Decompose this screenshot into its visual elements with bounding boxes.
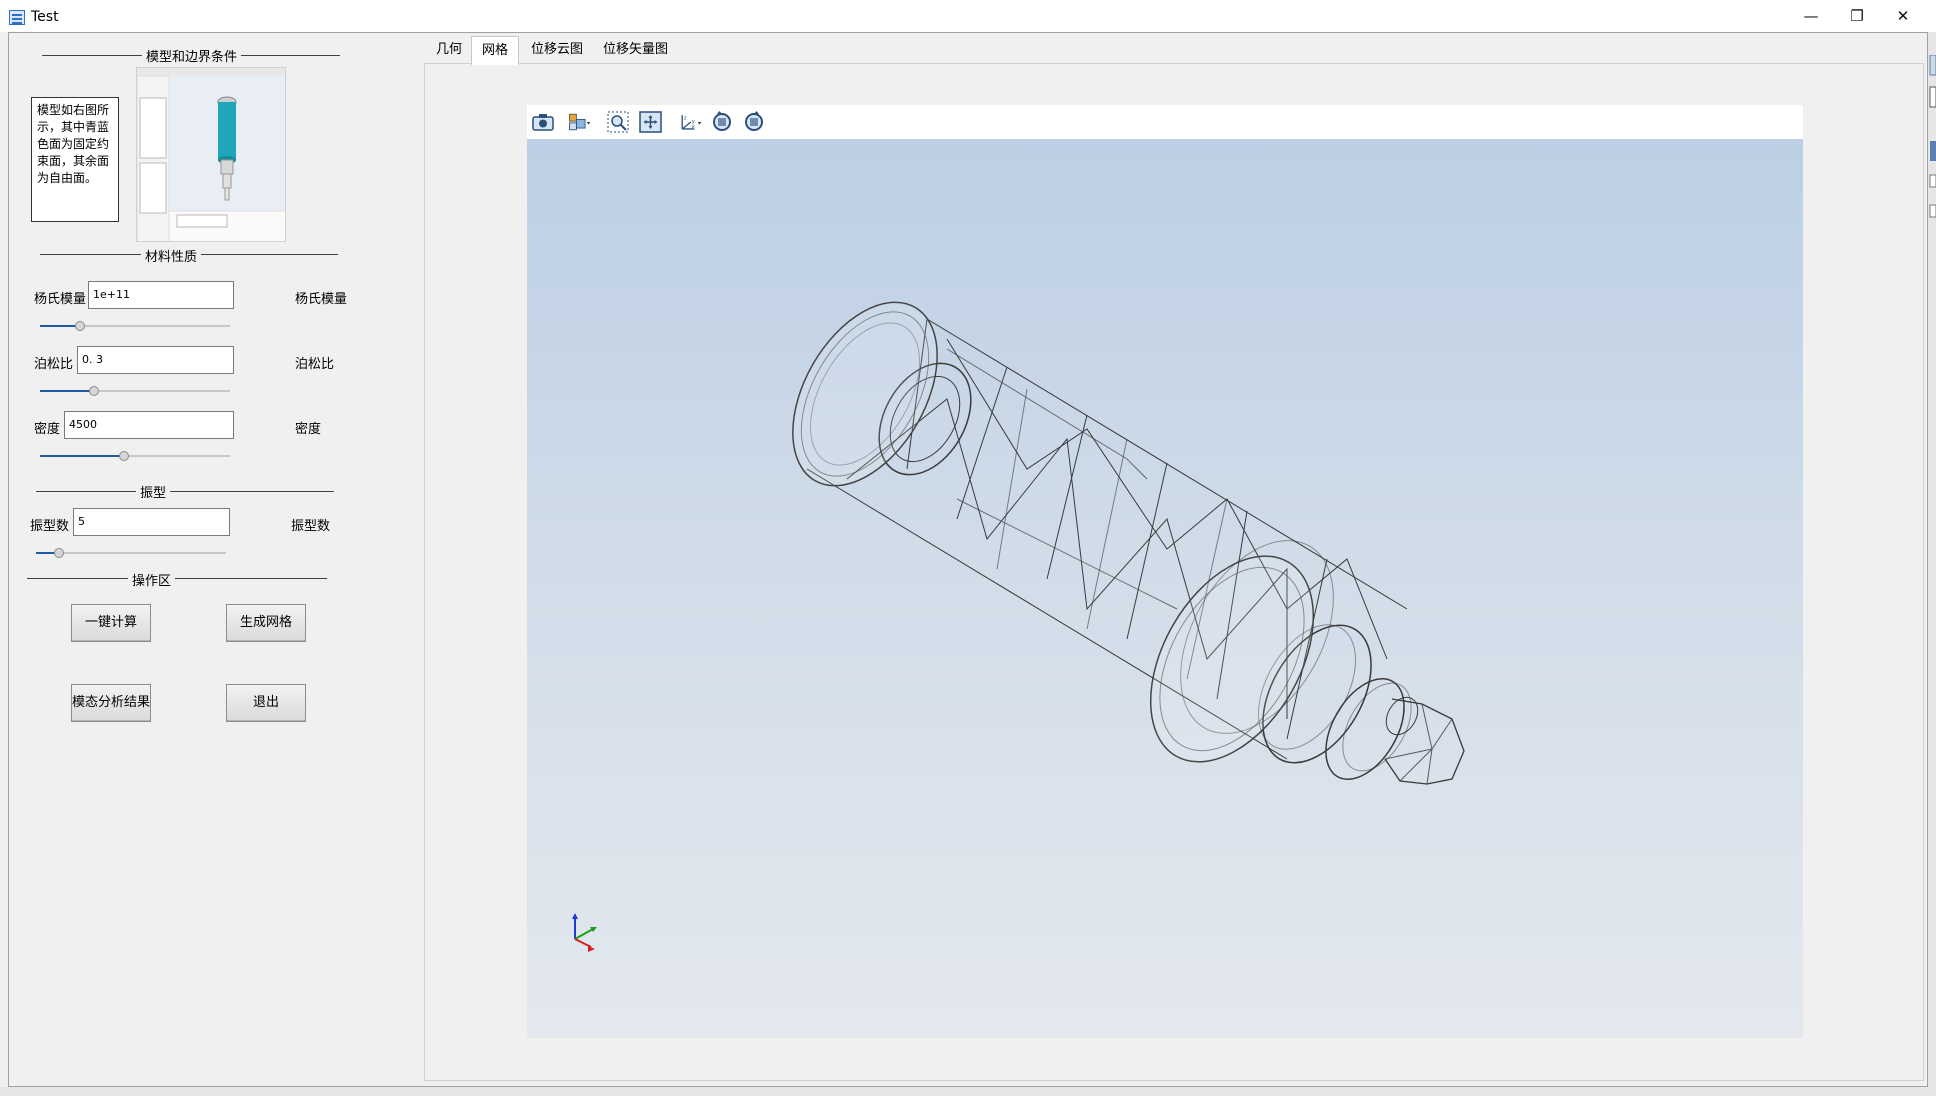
title-bar xyxy=(0,0,1936,32)
slider-thumb[interactable] xyxy=(89,386,99,396)
model-preview-graphic xyxy=(137,68,285,241)
tab-displacement-contour[interactable]: 位移云图 xyxy=(521,36,593,64)
3d-viewport[interactable] xyxy=(527,139,1803,1038)
mode-count-label: 振型数 xyxy=(30,519,70,534)
minimize-button[interactable]: — xyxy=(1788,0,1834,32)
bottom-border xyxy=(0,1087,1936,1096)
mode-count-slider[interactable] xyxy=(36,548,226,558)
poisson-ratio-input[interactable]: 0. 3 xyxy=(77,346,234,374)
window-title: Test xyxy=(31,9,59,25)
density-slider[interactable] xyxy=(40,451,230,461)
density-display: 密度 xyxy=(295,422,322,437)
exit-button[interactable]: 退出 xyxy=(226,684,306,722)
mode-count-display: 振型数 xyxy=(291,519,331,534)
fit-all-icon[interactable] xyxy=(638,110,664,134)
zoom-box-icon[interactable] xyxy=(606,110,632,134)
youngs-modulus-slider[interactable] xyxy=(40,321,230,331)
compute-button[interactable]: 一键计算 xyxy=(71,604,151,642)
camera-icon[interactable] xyxy=(530,110,556,134)
offscreen-widgets xyxy=(1929,55,1936,218)
poisson-ratio-display: 泊松比 xyxy=(295,357,335,372)
youngs-modulus-label: 杨氏模量 xyxy=(34,292,87,307)
slider-thumb[interactable] xyxy=(119,451,129,461)
svg-text:x: x xyxy=(692,124,695,130)
slider-thumb[interactable] xyxy=(54,548,64,558)
close-button[interactable]: ✕ xyxy=(1880,0,1926,32)
poisson-ratio-label: 泊松比 xyxy=(34,357,74,372)
rotate-left-icon[interactable] xyxy=(709,110,735,134)
rotate-right-icon[interactable] xyxy=(741,110,767,134)
youngs-modulus-input[interactable]: 1e+11 xyxy=(88,281,234,309)
section-title-material: 材料性质 xyxy=(141,246,202,265)
youngs-modulus-display: 杨氏模量 xyxy=(295,292,348,307)
tab-displacement-vector[interactable]: 位移矢量图 xyxy=(593,36,678,64)
section-separator xyxy=(27,578,327,579)
maximize-button[interactable]: ❐ xyxy=(1834,0,1880,32)
mesh-model xyxy=(572,301,1465,952)
tab-mesh[interactable]: 网格 xyxy=(471,36,520,65)
poisson-ratio-slider[interactable] xyxy=(40,386,230,396)
section-title-model: 模型和边界条件 xyxy=(142,46,242,65)
section-separator xyxy=(36,491,334,492)
density-input[interactable]: 4500 xyxy=(64,411,234,439)
generate-mesh-button[interactable]: 生成网格 xyxy=(226,604,306,642)
orientation-triad xyxy=(572,913,597,952)
svg-text:z: z xyxy=(684,115,687,121)
section-title-mode: 振型 xyxy=(136,482,171,501)
tab-geometry[interactable]: 几何 xyxy=(426,36,472,64)
slider-fill xyxy=(40,325,80,327)
model-description: 模型如右图所示，其中青蓝色面为固定约束面，其余面为自由面。 xyxy=(31,97,119,222)
density-label: 密度 xyxy=(34,422,61,437)
section-title-operations: 操作区 xyxy=(128,570,176,589)
view-cube-icon[interactable] xyxy=(566,110,592,134)
axes-icon[interactable]: z y x xyxy=(677,110,703,134)
mode-count-input[interactable]: 5 xyxy=(73,508,230,536)
slider-thumb[interactable] xyxy=(75,321,85,331)
app-icon xyxy=(9,10,25,25)
model-preview-image xyxy=(136,67,286,242)
slider-fill xyxy=(40,390,94,392)
mesh-shading xyxy=(792,302,1314,762)
slider-fill xyxy=(40,455,124,457)
modal-results-button[interactable]: 模态分析结果 xyxy=(71,684,151,722)
